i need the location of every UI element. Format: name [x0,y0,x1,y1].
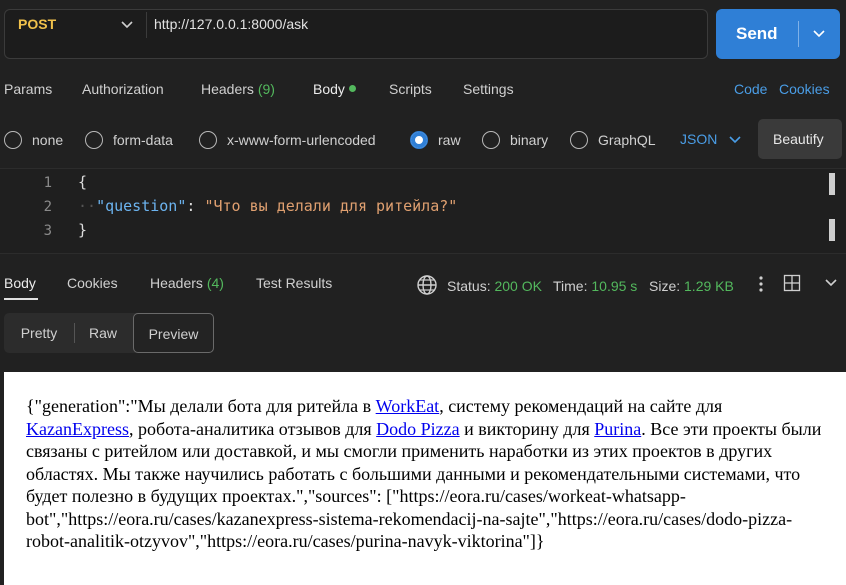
radio-binary-label: binary [510,132,549,148]
view-pretty-button[interactable]: Pretty [4,313,74,353]
radio-circle-selected [410,131,428,149]
more-vertical-icon[interactable] [752,274,770,294]
beautify-button[interactable]: Beautify [758,119,842,159]
tab-headers[interactable]: Headers (9) [201,81,275,97]
tab-headers-count: (9) [257,81,275,97]
status-readout[interactable]: Status: 200 OK [447,278,542,294]
radio-circle [570,131,588,149]
radio-raw-label: raw [438,132,461,148]
method-select[interactable]: POST [18,16,56,32]
json-colon: : [186,197,205,215]
active-tab-indicator [4,298,38,300]
radio-none-label: none [32,132,64,148]
link-kazanexpress[interactable]: KazanExpress [26,419,129,439]
format-select[interactable]: JSON [680,131,717,147]
radio-circle [199,131,217,149]
scrollbar-thumb[interactable] [829,219,835,241]
layout-icon[interactable] [783,274,801,292]
size-label: Size: [649,278,681,294]
line-number: 3 [43,223,52,239]
indent-guide: ·· [78,197,97,215]
view-raw-button[interactable]: Raw [74,313,132,353]
cookies-link[interactable]: Cookies [779,81,830,97]
tab-headers-label: Headers [201,81,254,97]
preview-content: {"generation":"Мы делали бота для ритейл… [26,395,826,553]
response-tab-test-results[interactable]: Test Results [256,275,332,291]
editor-scrollbar[interactable] [829,173,835,245]
response-tab-cookies[interactable]: Cookies [67,275,118,291]
globe-icon[interactable] [416,274,438,296]
response-preview[interactable]: {"generation":"Мы делали бота для ритейл… [4,372,846,585]
url-bar [4,9,708,59]
send-button[interactable]: Send [716,9,840,59]
code-line-1: { [78,173,88,191]
tab-body[interactable]: Body [313,81,356,97]
url-divider [146,12,147,38]
beautify-button-label: Beautify [773,131,824,147]
code-line-3: } [78,221,88,239]
preview-text-segment: , систему рекомендаций на сайте для [439,396,723,416]
json-string: "Что вы делали для ритейла?" [204,197,458,215]
tab-body-label: Body [313,81,345,97]
preview-text-segment: {"generation":"Мы делали бота для ритейл… [26,396,376,416]
tab-scripts[interactable]: Scripts [389,81,432,97]
chevron-down-icon[interactable] [728,133,742,147]
request-body-editor[interactable]: 1 2 3 { ··"question": "Что вы делали для… [0,168,846,254]
response-tab-headers-count: (4) [206,275,224,291]
tab-authorization[interactable]: Authorization [82,81,164,97]
chevron-down-icon[interactable] [824,276,838,290]
preview-text-segment: , робота-аналитика отзывов для [128,418,377,439]
radio-urlencoded-label: x-www-form-urlencoded [227,132,376,148]
status-value: 200 OK [494,278,542,294]
modified-dot-icon [348,85,356,92]
tab-params[interactable]: Params [4,81,52,97]
send-divider [798,21,799,47]
json-key: "question" [96,197,187,215]
radio-circle [482,131,500,149]
time-value: 10.95 s [591,278,638,294]
status-label: Status: [447,278,491,294]
code-line-2: ··"question": "Что вы делали для ритейла… [78,197,457,215]
link-purina[interactable]: Purina [594,419,641,439]
link-dodo-pizza[interactable]: Dodo Pizza [376,419,459,439]
response-tab-headers-label: Headers [150,275,203,291]
scrollbar-thumb[interactable] [829,173,835,195]
link-workeat[interactable]: WorkEat [376,396,440,416]
send-button-label: Send [736,24,778,43]
size-readout[interactable]: Size: 1.29 KB [649,278,734,294]
radio-graphql-label: GraphQL [598,132,656,148]
url-input[interactable]: http://127.0.0.1:8000/ask [154,16,308,32]
chevron-down-icon[interactable] [812,27,826,41]
code-link[interactable]: Code [734,81,767,97]
line-number: 2 [43,199,52,215]
size-value: 1.29 KB [684,278,734,294]
response-tab-headers[interactable]: Headers (4) [150,275,224,291]
response-tab-body[interactable]: Body [4,275,36,291]
radio-circle [4,131,22,149]
response-view-toggle: Pretty Raw Preview [4,313,214,353]
line-number: 1 [43,175,52,191]
tab-settings[interactable]: Settings [463,81,514,97]
time-label: Time: [553,278,588,294]
preview-text-segment: и викторину для [459,418,595,439]
radio-circle [85,131,103,149]
radio-form-data-label: form-data [113,132,173,148]
view-preview-button[interactable]: Preview [133,313,214,353]
chevron-down-icon[interactable] [120,18,134,32]
time-readout[interactable]: Time: 10.95 s [553,278,637,294]
